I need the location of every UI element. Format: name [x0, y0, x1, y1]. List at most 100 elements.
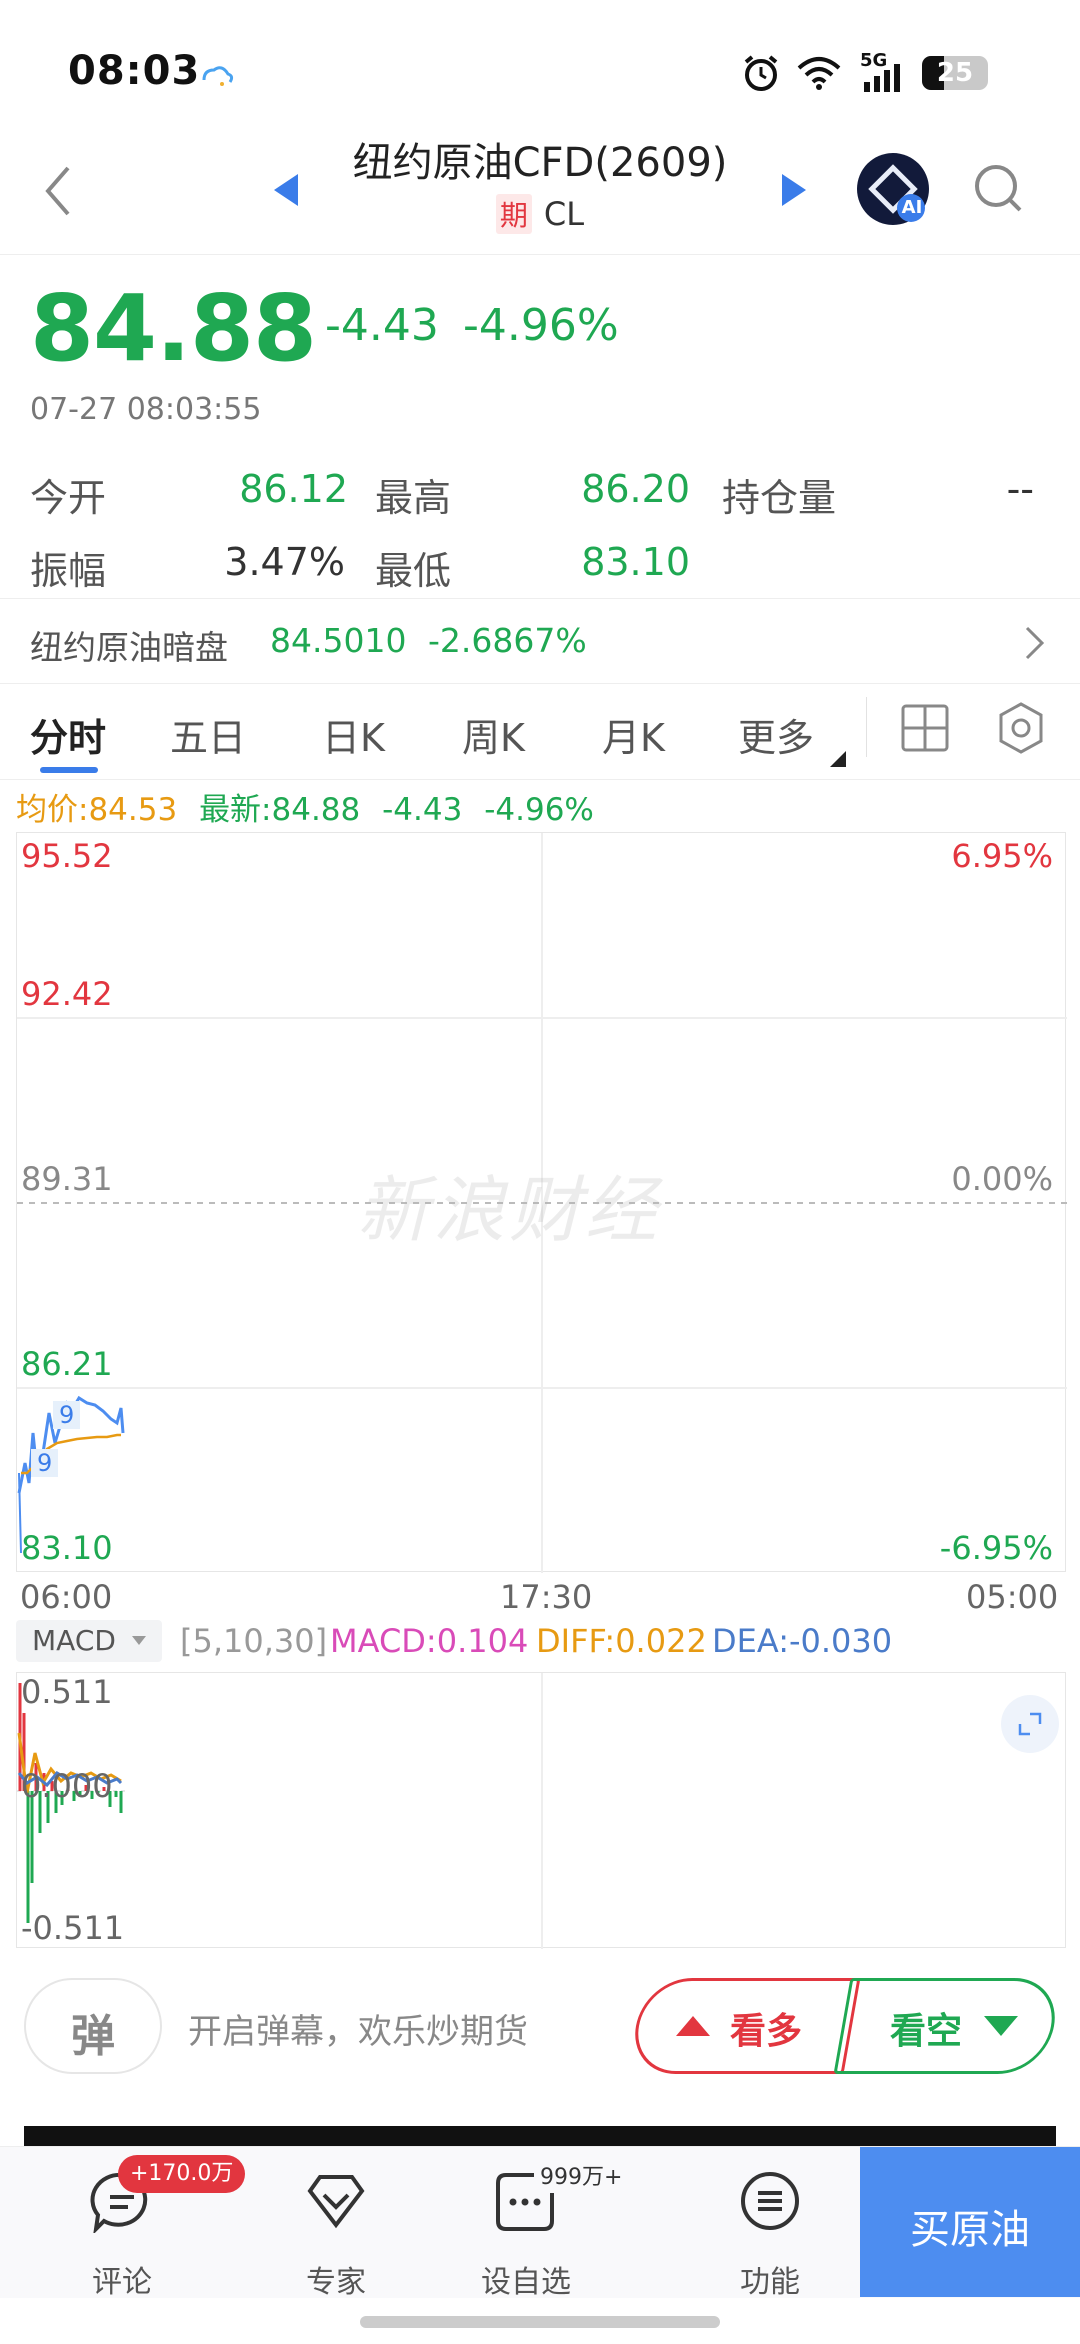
- high-label: 最高: [375, 476, 452, 520]
- intraday-chart[interactable]: 新浪财经 95.52 92.42 89.31 86.21 83.10 6.95%…: [16, 832, 1067, 1573]
- next-arrow-icon[interactable]: [780, 170, 810, 210]
- diff-value: DIFF:0.022: [536, 1622, 707, 1660]
- watch-count-badge: 999万+: [540, 2165, 623, 2190]
- last-price: 84.88: [30, 275, 317, 382]
- x-label-mid: 17:30: [500, 1578, 593, 1616]
- macd-value: MACD:0.104: [330, 1622, 529, 1660]
- amplitude-label: 振幅: [30, 549, 107, 593]
- quote-timestamp: 07-27 08:03:55: [30, 392, 262, 427]
- buy-label: 买原油: [910, 2207, 1030, 2253]
- amplitude-value: 3.47%: [224, 540, 345, 584]
- dark-pool-change: -2.6867%: [428, 621, 587, 660]
- price-change-pct: -4.96%: [463, 300, 619, 351]
- up-triangle-icon: [676, 2016, 710, 2036]
- header: 纽约原油CFD(2609) 期 CL AI: [0, 130, 1080, 255]
- x-label-end: 05:00: [966, 1578, 1059, 1616]
- latest-change: -4.43: [382, 792, 463, 828]
- status-time: 08:03: [68, 48, 201, 94]
- grid-layout-icon[interactable]: [900, 703, 950, 753]
- bearish-label: 看空: [890, 2011, 963, 2052]
- status-bar: 08:03 5G 25: [0, 0, 1080, 130]
- y-label-min: 83.10: [21, 1529, 113, 1567]
- y-pct-max: 6.95%: [951, 837, 1053, 875]
- buy-button[interactable]: 买原油: [860, 2147, 1080, 2297]
- chevron-right-icon: [1025, 626, 1045, 660]
- more-dropdown-icon: [830, 751, 846, 767]
- y-pct-mid: 0.00%: [951, 1160, 1053, 1198]
- comment-count-badge: +170.0万: [118, 2155, 246, 2193]
- ai-assistant-button[interactable]: AI: [856, 152, 930, 226]
- barrage-row: 弹 开启弹幕，欢乐炒期货 看多 看空: [0, 1972, 1080, 2082]
- tab-weekly-k[interactable]: 周K: [462, 707, 525, 762]
- nav-watch-label: 设自选: [481, 2265, 571, 2300]
- ai-label: AI: [901, 197, 923, 218]
- chart-marker-low: 9: [31, 1449, 59, 1477]
- macd-selector-label: MACD: [32, 1624, 116, 1657]
- price-change: -4.43: [325, 300, 439, 351]
- low-value: 83.10: [581, 540, 690, 584]
- open-value: 86.12: [239, 467, 348, 511]
- open-interest-label: 持仓量: [722, 476, 837, 520]
- macd-grid: [17, 1673, 543, 1949]
- bottom-nav: 评论 +170.0万 专家 设自选 999万+ 功能 买原油: [0, 2146, 1080, 2300]
- low-label: 最低: [375, 549, 452, 593]
- latest-price: 最新:84.88: [199, 792, 361, 828]
- nav-comment-label: 评论: [92, 2265, 152, 2300]
- settings-icon[interactable]: [996, 701, 1046, 755]
- macd-y-mid: 0.000: [21, 1767, 113, 1805]
- open-interest-value: --: [1006, 467, 1034, 511]
- bullish-label: 看多: [730, 2011, 803, 2052]
- expand-icon: [1018, 1712, 1042, 1736]
- tab-more[interactable]: 更多: [738, 707, 814, 762]
- nav-expert-label: 专家: [306, 2265, 366, 2300]
- expand-chart-button[interactable]: [1001, 1695, 1059, 1753]
- search-icon[interactable]: [972, 162, 1026, 216]
- chart-tabs: 分时 五日 日K 周K 月K 更多: [0, 685, 1080, 780]
- wifi-icon: [797, 57, 841, 90]
- y-label-4: 86.21: [21, 1345, 113, 1383]
- macd-selector[interactable]: MACD: [16, 1620, 162, 1662]
- dark-pool-value: 84.5010: [270, 621, 407, 660]
- macd-params: [5,10,30]: [180, 1622, 328, 1660]
- active-tab-indicator: [40, 767, 98, 773]
- home-indicator[interactable]: [360, 2316, 720, 2328]
- nav-functions[interactable]: 功能: [706, 2147, 834, 2300]
- tab-intraday[interactable]: 分时: [30, 707, 106, 762]
- down-triangle-icon: [984, 2016, 1018, 2036]
- chart-info-bar: 均价:84.53 最新:84.88 -4.43 -4.96%: [16, 784, 594, 829]
- watermark: 新浪财经: [357, 1168, 662, 1252]
- high-value: 86.20: [581, 467, 690, 511]
- dark-pool-label: 纽约原油暗盘: [30, 628, 228, 667]
- code-text: CL: [543, 195, 585, 233]
- y-label-2: 92.42: [21, 975, 113, 1013]
- macd-header: MACD [5,10,30] MACD:0.104 DIFF:0.022 DEA…: [16, 1620, 1076, 1664]
- barrage-placeholder[interactable]: 开启弹幕，欢乐炒期货: [188, 2004, 528, 2053]
- chart-marker-top: 9: [53, 1401, 81, 1429]
- diamond-icon: [307, 2175, 365, 2229]
- open-label: 今开: [30, 476, 107, 520]
- weather-icon: [202, 66, 234, 86]
- latest-change-pct: -4.96%: [484, 792, 594, 828]
- macd-y-min: -0.511: [21, 1909, 125, 1947]
- battery-icon: 25: [922, 56, 988, 90]
- alarm-icon: [744, 55, 778, 91]
- nav-expert[interactable]: 专家: [272, 2147, 400, 2300]
- y-label-max: 95.52: [21, 837, 113, 875]
- barrage-icon: 弹: [71, 2011, 115, 2062]
- signal-icon: [864, 64, 900, 92]
- barrage-toggle-button[interactable]: 弹: [24, 1978, 162, 2074]
- dark-pool-row[interactable]: 纽约原油暗盘 84.5010 -2.6867%: [0, 598, 1080, 684]
- menu-icon: [741, 2172, 799, 2230]
- nav-functions-label: 功能: [740, 2265, 800, 2300]
- battery-level: 25: [936, 58, 974, 88]
- futures-badge: 期: [495, 194, 532, 234]
- macd-chart[interactable]: 0.511 0.000 -0.511: [16, 1672, 1066, 1949]
- chevron-down-icon: [132, 1636, 146, 1645]
- video-strip: [24, 2126, 1056, 2146]
- macd-y-max: 0.511: [21, 1673, 113, 1711]
- tab-five-day[interactable]: 五日: [170, 707, 246, 762]
- dea-value: DEA:-0.030: [712, 1622, 893, 1660]
- tab-monthly-k[interactable]: 月K: [602, 707, 665, 762]
- tabs-divider: [866, 697, 867, 757]
- tab-daily-k[interactable]: 日K: [322, 707, 385, 762]
